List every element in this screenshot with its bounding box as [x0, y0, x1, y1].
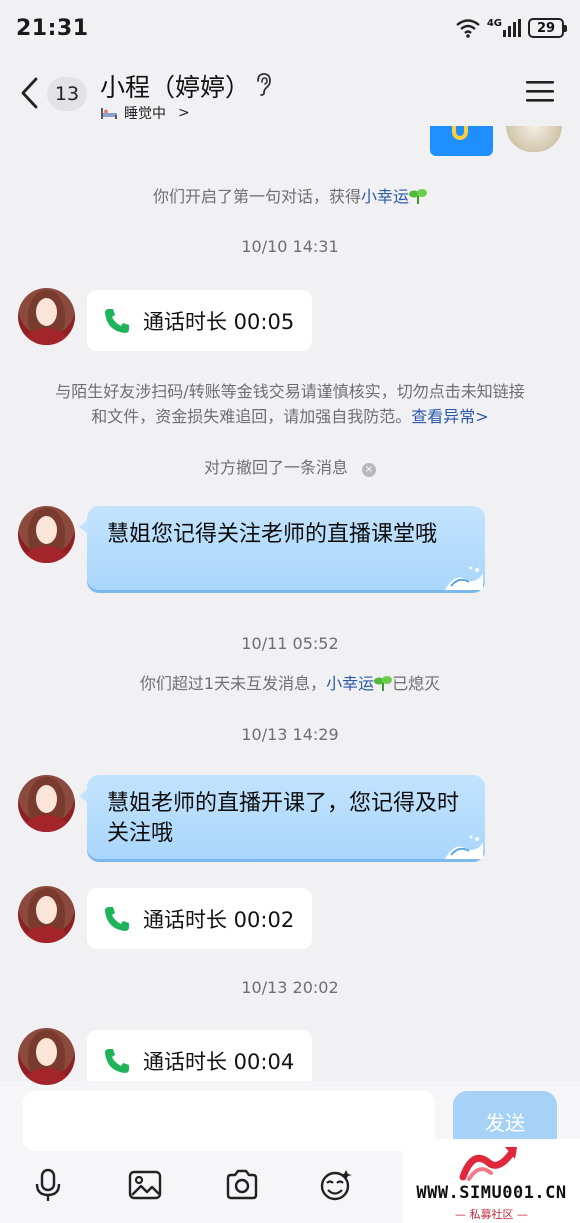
- phone-icon: [105, 1048, 129, 1073]
- message-bubble[interactable]: 慧姐您记得关注老师的直播课堂哦: [79, 506, 485, 590]
- ear-mode-icon[interactable]: [252, 72, 274, 96]
- image-icon[interactable]: [127, 1167, 163, 1203]
- contact-name[interactable]: 小程（婷婷）: [100, 68, 250, 104]
- sprout-icon: [374, 676, 393, 691]
- close-icon[interactable]: ×: [362, 463, 376, 477]
- timestamp: 10/13 20:02: [241, 978, 339, 997]
- message-text: 慧姐老师的直播开课了，您记得及时关注哦: [107, 791, 460, 846]
- call-duration: 通话时长 00:04: [143, 1049, 295, 1074]
- sticker-icon[interactable]: [318, 1167, 354, 1203]
- unread-count-badge[interactable]: 13: [47, 77, 87, 111]
- partial-own-avatar[interactable]: [506, 126, 562, 152]
- battery-indicator: 29: [528, 18, 567, 38]
- message-text: 慧姐您记得关注老师的直播课堂哦: [107, 522, 438, 547]
- first-chat-notice: 你们开启了第一句对话，获得小幸运: [0, 184, 580, 209]
- wifi-icon: [456, 19, 480, 38]
- menu-icon[interactable]: [526, 79, 554, 103]
- sprout-icon: [409, 189, 428, 204]
- call-duration: 通话时长 00:02: [143, 907, 295, 932]
- view-exception-link[interactable]: 查看异常>: [411, 407, 488, 426]
- status-text: 睡觉中: [124, 106, 166, 122]
- wave-decoration-icon: [445, 566, 483, 590]
- watermark: WWW.SIMU001.CN — 私募社区 —: [403, 1139, 580, 1223]
- timestamp: 10/10 14:31: [241, 237, 339, 256]
- contact-avatar[interactable]: [18, 506, 75, 563]
- timestamp: 10/13 14:29: [241, 725, 339, 744]
- status-chevron-icon: >: [178, 105, 190, 121]
- lucky-link[interactable]: 小幸运: [326, 674, 374, 693]
- phone-icon: [105, 308, 129, 333]
- lucky-link[interactable]: 小幸运: [361, 187, 409, 206]
- contact-avatar[interactable]: [18, 1028, 75, 1085]
- chat-header: 13 小程（婷婷） 睡觉中 >: [0, 56, 580, 132]
- microphone-icon[interactable]: [30, 1167, 66, 1203]
- extinguish-notice: 你们超过1天未互发消息，小幸运 已熄灭: [139, 674, 441, 693]
- bed-icon: [101, 108, 117, 119]
- watermark-logo-icon: [459, 1147, 517, 1181]
- camera-icon[interactable]: [224, 1167, 260, 1203]
- warning-line-1: 与陌生好友涉扫码/转账等金钱交易请谨慎核实，切勿点击未知链接: [55, 382, 525, 401]
- message-bubble[interactable]: 慧姐老师的直播开课了，您记得及时关注哦: [79, 775, 485, 859]
- security-warning: 与陌生好友涉扫码/转账等金钱交易请谨慎核实，切勿点击未知链接 和文件，资金损失难…: [0, 379, 580, 429]
- signal-icon: [503, 19, 521, 37]
- partial-sent-image[interactable]: [430, 126, 493, 156]
- status-bar: 21:31 4G 29: [0, 0, 580, 56]
- call-duration: 通话时长 00:05: [143, 309, 295, 334]
- status-time: 21:31: [16, 15, 89, 41]
- phone-icon: [105, 906, 129, 931]
- status-icons: 4G 29: [455, 17, 567, 38]
- warning-line-2: 和文件，资金损失难追回，请加强自我防范。查看异常>: [91, 407, 489, 426]
- watermark-text: WWW.SIMU001.CN: [416, 1183, 567, 1203]
- call-record[interactable]: 通话时长 00:05: [87, 290, 312, 351]
- recall-notice: 对方撤回了一条消息 ×: [0, 455, 580, 480]
- contact-avatar[interactable]: [18, 886, 75, 943]
- message-input[interactable]: [23, 1091, 435, 1151]
- timestamp: 10/11 05:52: [241, 634, 339, 653]
- network-type: 4G: [486, 17, 502, 29]
- contact-avatar[interactable]: [18, 288, 75, 345]
- watermark-subtitle: — 私募社区 —: [455, 1208, 528, 1221]
- contact-avatar[interactable]: [18, 775, 75, 832]
- wave-decoration-icon: [445, 835, 483, 859]
- back-arrow-icon[interactable]: [18, 76, 42, 110]
- call-record[interactable]: 通话时长 00:02: [87, 888, 312, 949]
- contact-status[interactable]: 睡觉中 >: [100, 103, 190, 123]
